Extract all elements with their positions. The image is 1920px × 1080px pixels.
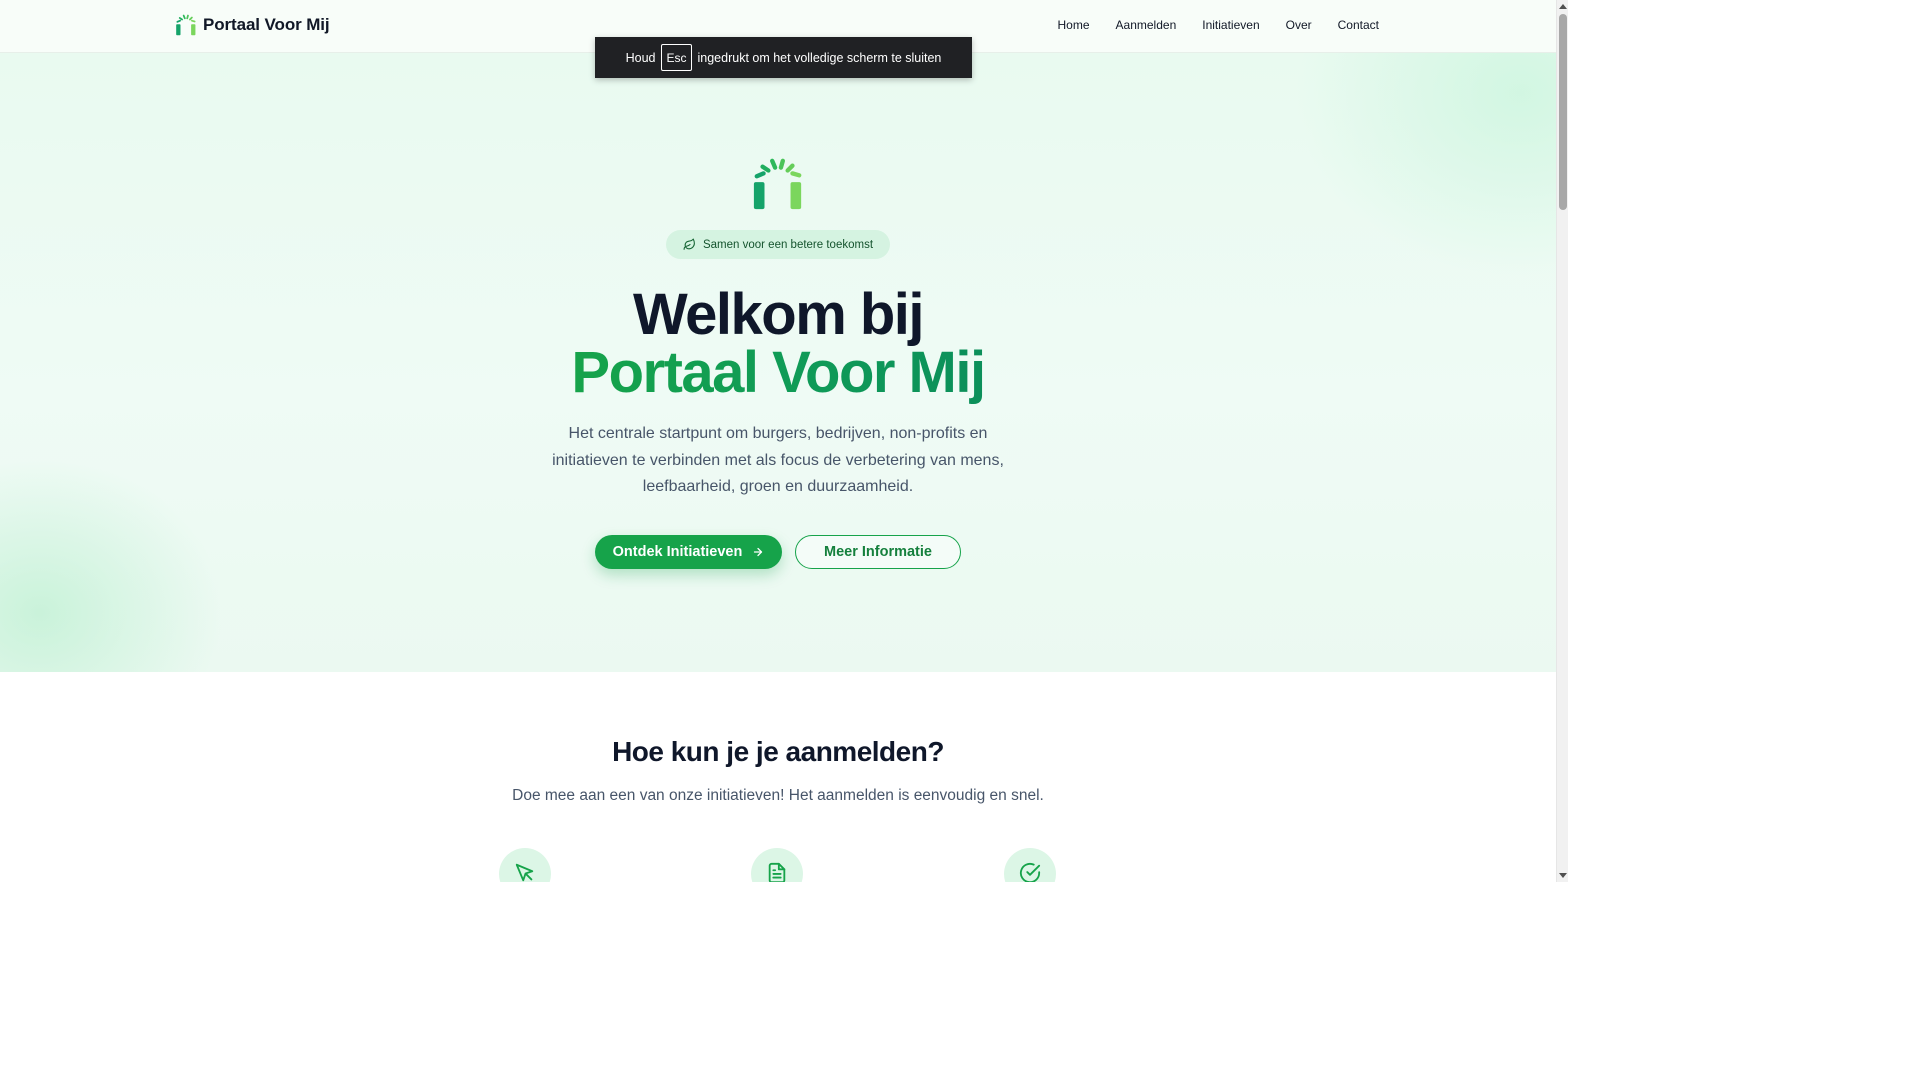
main-nav: Home Aanmelden Initiatieven Over Contact: [1058, 18, 1379, 32]
brand[interactable]: Portaal Voor Mij: [175, 12, 330, 38]
scrollbar-thumb[interactable]: [1559, 14, 1567, 210]
sprout-arch-icon: [176, 14, 196, 36]
check-circle-icon: [1019, 862, 1041, 882]
hero-title-line1: Welkom bij: [632, 282, 925, 347]
brand-name: Portaal Voor Mij: [203, 15, 330, 34]
hero-description: Het centrale startpunt om burgers, bedri…: [552, 425, 1004, 495]
scroll-up-arrow-icon[interactable]: [1559, 4, 1567, 9]
discover-initiatives-button[interactable]: Ontdek Initiatieven: [595, 535, 782, 569]
step-3-icon-circle: [1004, 848, 1056, 882]
more-info-label: Meer Informatie: [824, 544, 932, 560]
esc-key-badge: Esc: [661, 44, 692, 71]
tagline-badge: Samen voor een betere toekomst: [666, 230, 890, 259]
signup-section: Hoe kun je je aanmelden? Doe mee aan een…: [0, 672, 1556, 882]
discover-initiatives-label: Ontdek Initiatieven: [612, 544, 743, 560]
page-scrollbar[interactable]: [1556, 0, 1568, 882]
hero-title-brand: Portaal Voor Mij: [571, 340, 986, 405]
nav-home[interactable]: Home: [1058, 18, 1090, 32]
more-info-button[interactable]: Meer Informatie: [795, 535, 961, 569]
arrow-right-icon: [754, 547, 763, 557]
toast-text-before: Houd: [625, 50, 656, 65]
sprout-arch-icon: [753, 158, 802, 210]
hero-section: Samen voor een betere toekomst Welkom bi…: [0, 53, 1556, 672]
nav-contact[interactable]: Contact: [1338, 18, 1379, 32]
leaf-icon: [683, 238, 695, 250]
fullscreen-exit-toast: Houd Esc ingedrukt om het volledige sche…: [595, 37, 972, 78]
tagline-text: Samen voor een betere toekomst: [702, 238, 874, 251]
scroll-down-arrow-icon[interactable]: [1559, 873, 1567, 878]
nav-aanmelden[interactable]: Aanmelden: [1116, 18, 1177, 32]
toast-text-after: ingedrukt om het volledige scherm te slu…: [697, 50, 942, 65]
nav-over[interactable]: Over: [1286, 18, 1312, 32]
signup-title: Hoe kun je je aanmelden?: [612, 736, 944, 767]
cursor-click-icon: [515, 863, 534, 882]
step-2-icon-circle: [751, 848, 803, 882]
hero-title-line2: Portaal Voor Mij: [0, 343, 1556, 403]
document-icon: [768, 862, 786, 882]
signup-subtitle: Doe mee aan een van onze initiatieven! H…: [512, 787, 1044, 804]
step-1-icon-circle: [499, 848, 551, 882]
nav-initiatieven[interactable]: Initiatieven: [1202, 18, 1259, 32]
page: Portaal Voor Mij Home Aanmelden Initiati…: [0, 0, 1556, 882]
